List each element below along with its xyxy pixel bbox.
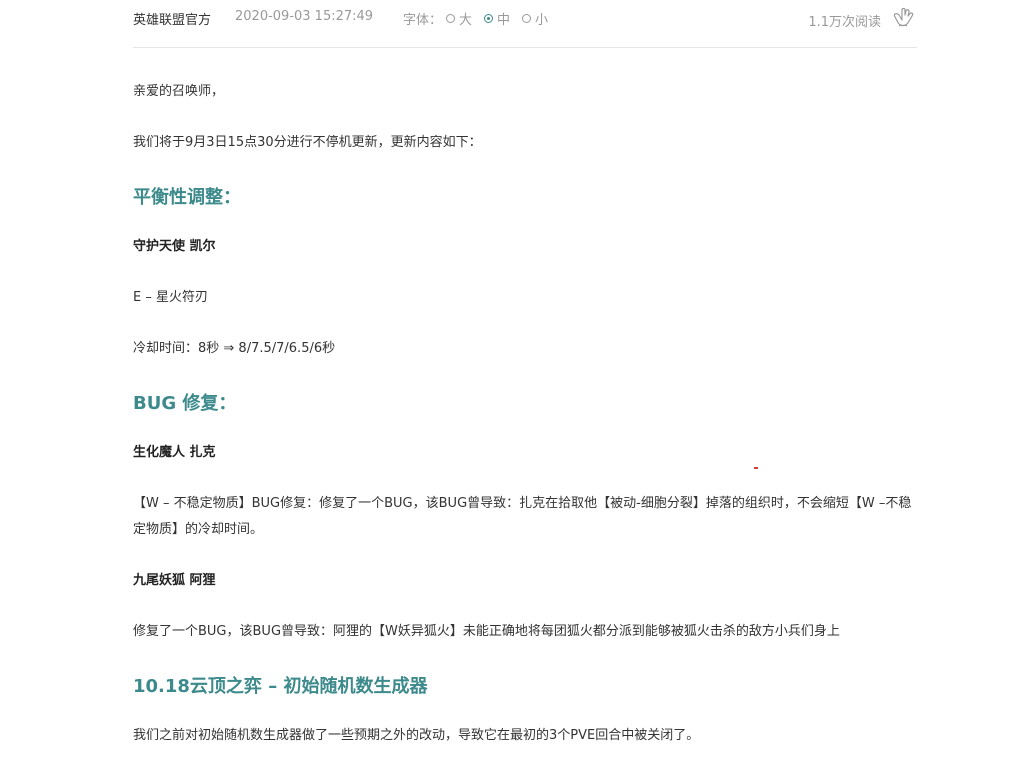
stray-mark: [754, 467, 758, 469]
article-meta-bar: 英雄联盟官方 2020-09-03 15:27:49 字体： 大 中 小 1.1…: [133, 0, 917, 48]
article-page: 英雄联盟官方 2020-09-03 15:27:49 字体： 大 中 小 1.1…: [0, 0, 1024, 768]
author-name[interactable]: 英雄联盟官方: [133, 9, 211, 28]
champion-name-ahri: 九尾妖狐 阿狸: [133, 573, 216, 588]
font-size-small-option[interactable]: 小: [522, 9, 548, 28]
font-size-selector: 字体： 大 中 小: [403, 9, 560, 28]
ability-name-kayle-e: E – 星火符刃: [133, 290, 208, 305]
bugfix-detail-zac: 【W – 不稳定物质】BUG修复：修复了一个BUG，该BUG曾导致：扎克在拾取他…: [133, 496, 912, 537]
publish-time: 2020-09-03 15:27:49: [235, 9, 374, 24]
greeting-text: 亲爱的召唤师，: [133, 84, 225, 99]
hand-like-icon[interactable]: [893, 6, 917, 28]
tft-detail-text: 我们之前对初始随机数生成器做了一些预期之外的改动，导致它在最初的3个PVE回合中…: [133, 728, 700, 743]
champion-name-zac: 生化魔人 扎克: [133, 445, 216, 460]
section-heading-balance: 平衡性调整：: [133, 187, 241, 208]
ability-detail-kayle-e: 冷却时间：8秒 ⇒ 8/7.5/7/6.5/6秒: [133, 341, 336, 356]
font-size-large-option[interactable]: 大: [446, 9, 472, 28]
font-size-medium-option[interactable]: 中: [484, 9, 510, 28]
font-size-small-label: 小: [535, 13, 549, 28]
bugfix-detail-ahri: 修复了一个BUG，该BUG曾导致：阿狸的【W妖异狐火】未能正确地将每团狐火都分派…: [133, 624, 840, 639]
section-heading-bugfix: BUG 修复：: [133, 393, 237, 414]
intro-text: 我们将于9月3日15点30分进行不停机更新，更新内容如下：: [133, 135, 482, 150]
section-heading-tft: 10.18云顶之弈 – 初始随机数生成器: [133, 676, 428, 697]
font-size-medium-label: 中: [497, 13, 511, 28]
read-count: 1.1万次阅读: [808, 15, 881, 30]
radio-checked-icon[interactable]: [484, 14, 494, 23]
champion-name-kayle: 守护天使 凯尔: [133, 239, 216, 254]
font-size-label: 字体：: [403, 13, 443, 28]
radio-unchecked-icon[interactable]: [522, 14, 532, 23]
radio-unchecked-icon[interactable]: [446, 14, 456, 23]
font-size-large-label: 大: [459, 13, 473, 28]
